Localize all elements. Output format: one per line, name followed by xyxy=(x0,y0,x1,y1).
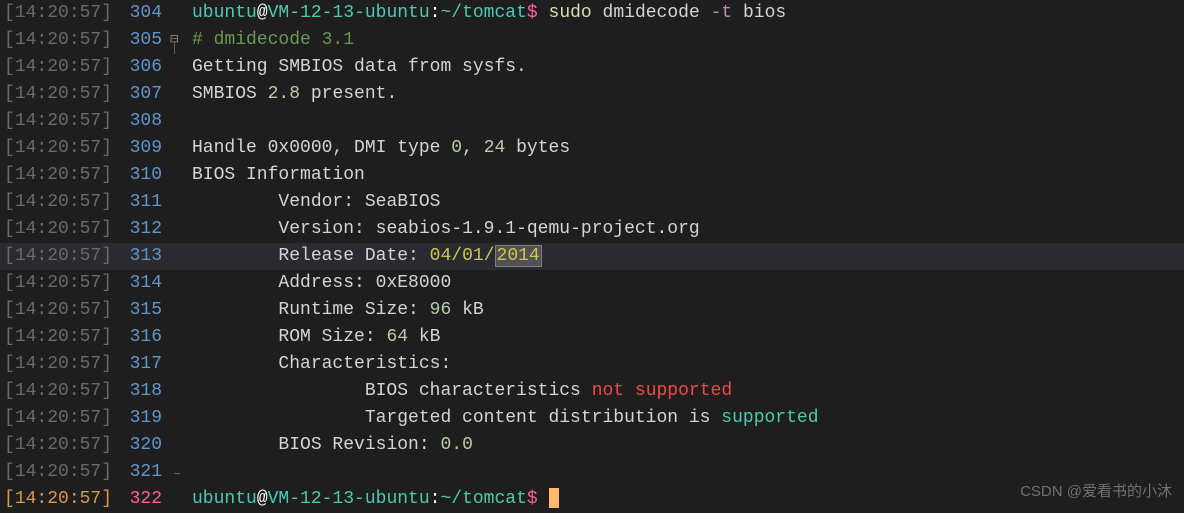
line-number: 304 xyxy=(115,0,170,27)
line-content: Version: seabios-1.9.1-qemu-project.org xyxy=(188,216,1184,243)
timestamp: [14:20:57] xyxy=(0,351,115,378)
timestamp: [14:20:57] xyxy=(0,0,115,27)
code-line[interactable]: [14:20:57] 308 xyxy=(0,108,1184,135)
terminal-editor[interactable]: [14:20:57] 304 ubuntu@VM-12-13-ubuntu:~/… xyxy=(0,0,1184,513)
line-number: 322 xyxy=(115,486,170,513)
line-number: 305 xyxy=(115,27,170,54)
code-line[interactable]: [14:20:57] 314 Address: 0xE8000 xyxy=(0,270,1184,297)
line-number: 314 xyxy=(115,270,170,297)
line-content: Targeted content distribution is support… xyxy=(188,405,1184,432)
line-content: Release Date: 04/01/2014 xyxy=(188,243,1184,270)
watermark-text: CSDN @爱看书的小沐 xyxy=(1020,478,1172,505)
line-number: 320 xyxy=(115,432,170,459)
line-number: 311 xyxy=(115,189,170,216)
code-line[interactable]: [14:20:57] 319 Targeted content distribu… xyxy=(0,405,1184,432)
line-content: SMBIOS 2.8 present. xyxy=(188,81,1184,108)
code-line-highlighted[interactable]: [14:20:57] 313 Release Date: 04/01/2014 xyxy=(0,243,1184,270)
code-line[interactable]: [14:20:57] 310 BIOS Information xyxy=(0,162,1184,189)
line-number: 316 xyxy=(115,324,170,351)
timestamp: [14:20:57] xyxy=(0,324,115,351)
line-content: Handle 0x0000, DMI type 0, 24 bytes xyxy=(188,135,1184,162)
timestamp: [14:20:57] xyxy=(0,54,115,81)
line-content: ROM Size: 64 kB xyxy=(188,324,1184,351)
line-content: BIOS Revision: 0.0 xyxy=(188,432,1184,459)
code-line[interactable]: [14:20:57] 306 Getting SMBIOS data from … xyxy=(0,54,1184,81)
line-content: BIOS Information xyxy=(188,162,1184,189)
timestamp: [14:20:57] xyxy=(0,405,115,432)
timestamp: [14:20:57] xyxy=(0,216,115,243)
line-content: BIOS characteristics not supported xyxy=(188,378,1184,405)
timestamp: [14:20:57] xyxy=(0,378,115,405)
timestamp: [14:20:57] xyxy=(0,459,115,486)
timestamp: [14:20:57] xyxy=(0,486,115,513)
code-line[interactable]: [14:20:57] 320 BIOS Revision: 0.0 xyxy=(0,432,1184,459)
timestamp: [14:20:57] xyxy=(0,270,115,297)
timestamp: [14:20:57] xyxy=(0,135,115,162)
line-content: Address: 0xE8000 xyxy=(188,270,1184,297)
line-number: 319 xyxy=(115,405,170,432)
timestamp: [14:20:57] xyxy=(0,108,115,135)
cursor-icon xyxy=(549,488,559,508)
line-number: 310 xyxy=(115,162,170,189)
code-line[interactable]: [14:20:57] 305 ⊟ # dmidecode 3.1 xyxy=(0,27,1184,54)
line-content: Characteristics: xyxy=(188,351,1184,378)
code-line[interactable]: [14:20:57] 317 Characteristics: xyxy=(0,351,1184,378)
line-number: 308 xyxy=(115,108,170,135)
line-content: Runtime Size: 96 kB xyxy=(188,297,1184,324)
line-content: Getting SMBIOS data from sysfs. xyxy=(188,54,1184,81)
code-line[interactable]: [14:20:57] 322 ubuntu@VM-12-13-ubuntu:~/… xyxy=(0,486,1184,513)
line-number: 312 xyxy=(115,216,170,243)
line-number: 315 xyxy=(115,297,170,324)
code-line[interactable]: [14:20:57] 309 Handle 0x0000, DMI type 0… xyxy=(0,135,1184,162)
code-line[interactable]: [14:20:57] 307 SMBIOS 2.8 present. xyxy=(0,81,1184,108)
code-line[interactable]: [14:20:57] 312 Version: seabios-1.9.1-qe… xyxy=(0,216,1184,243)
line-number: 306 xyxy=(115,54,170,81)
code-line[interactable]: [14:20:57] 304 ubuntu@VM-12-13-ubuntu:~/… xyxy=(0,0,1184,27)
line-number: 317 xyxy=(115,351,170,378)
code-line[interactable]: [14:20:57] 318 BIOS characteristics not … xyxy=(0,378,1184,405)
timestamp: [14:20:57] xyxy=(0,162,115,189)
line-number: 309 xyxy=(115,135,170,162)
code-line[interactable]: [14:20:57] 316 ROM Size: 64 kB xyxy=(0,324,1184,351)
line-content: # dmidecode 3.1 xyxy=(188,27,1184,54)
timestamp: [14:20:57] xyxy=(0,81,115,108)
timestamp: [14:20:57] xyxy=(0,243,115,270)
line-number: 321 xyxy=(115,459,170,486)
code-line[interactable]: [14:20:57] 315 Runtime Size: 96 kB xyxy=(0,297,1184,324)
code-line[interactable]: [14:20:57] 321 xyxy=(0,459,1184,486)
timestamp: [14:20:57] xyxy=(0,297,115,324)
timestamp: [14:20:57] xyxy=(0,189,115,216)
timestamp: [14:20:57] xyxy=(0,432,115,459)
code-line[interactable]: [14:20:57] 311 Vendor: SeaBIOS xyxy=(0,189,1184,216)
line-content: ubuntu@VM-12-13-ubuntu:~/tomcat$ sudo dm… xyxy=(188,0,1184,27)
search-match: 2014 xyxy=(495,245,542,267)
line-content: Vendor: SeaBIOS xyxy=(188,189,1184,216)
timestamp: [14:20:57] xyxy=(0,27,115,54)
line-number: 313 xyxy=(115,243,170,270)
line-number: 318 xyxy=(115,378,170,405)
line-number: 307 xyxy=(115,81,170,108)
fold-toggle-icon[interactable]: ⊟ xyxy=(170,27,188,54)
